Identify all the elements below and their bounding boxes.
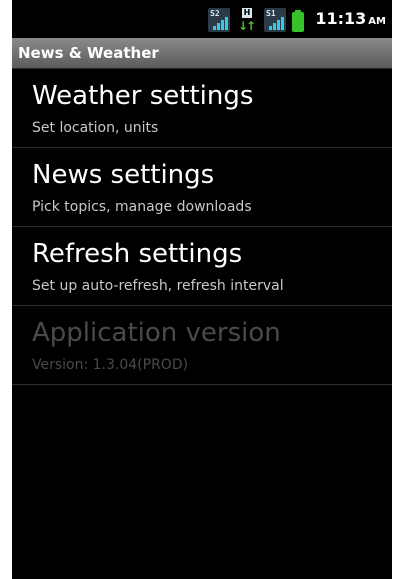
phone-screen: S2 H ↓↑ S1 11:13 AM News & Weather Weathe… bbox=[12, 0, 392, 579]
battery-icon bbox=[292, 10, 304, 32]
status-bar: S2 H ↓↑ S1 11:13 AM bbox=[12, 0, 392, 38]
setting-weather[interactable]: Weather settings Set location, units bbox=[12, 69, 392, 148]
setting-title: News settings bbox=[32, 160, 215, 190]
page-title: News & Weather bbox=[18, 44, 159, 62]
setting-summary: Version: 1.3.04(PROD) bbox=[32, 357, 189, 373]
setting-summary: Pick topics, manage downloads bbox=[32, 199, 252, 215]
data-transfer-icon: H ↓↑ bbox=[238, 8, 256, 33]
setting-refresh[interactable]: Refresh settings Set up auto-refresh, re… bbox=[12, 227, 392, 306]
setting-title: Application version bbox=[32, 318, 281, 348]
signal-sim1-icon: S1 bbox=[264, 8, 286, 32]
data-label: H bbox=[242, 8, 252, 18]
setting-news[interactable]: News settings Pick topics, manage downlo… bbox=[12, 148, 392, 227]
setting-summary: Set location, units bbox=[32, 120, 159, 136]
setting-title: Refresh settings bbox=[32, 239, 243, 269]
clock-ampm: AM bbox=[368, 16, 386, 27]
setting-summary: Set up auto-refresh, refresh interval bbox=[32, 278, 284, 294]
setting-title: Weather settings bbox=[32, 81, 254, 111]
title-bar: News & Weather bbox=[12, 38, 392, 69]
status-clock: 11:13 AM bbox=[315, 9, 386, 28]
setting-app-version: Application version Version: 1.3.04(PROD… bbox=[12, 306, 392, 385]
settings-list: Weather settings Set location, units New… bbox=[12, 69, 392, 385]
status-icons: S2 H ↓↑ S1 bbox=[208, 8, 304, 33]
signal-sim2-icon: S2 bbox=[208, 8, 230, 32]
clock-time: 11:13 bbox=[315, 9, 367, 28]
